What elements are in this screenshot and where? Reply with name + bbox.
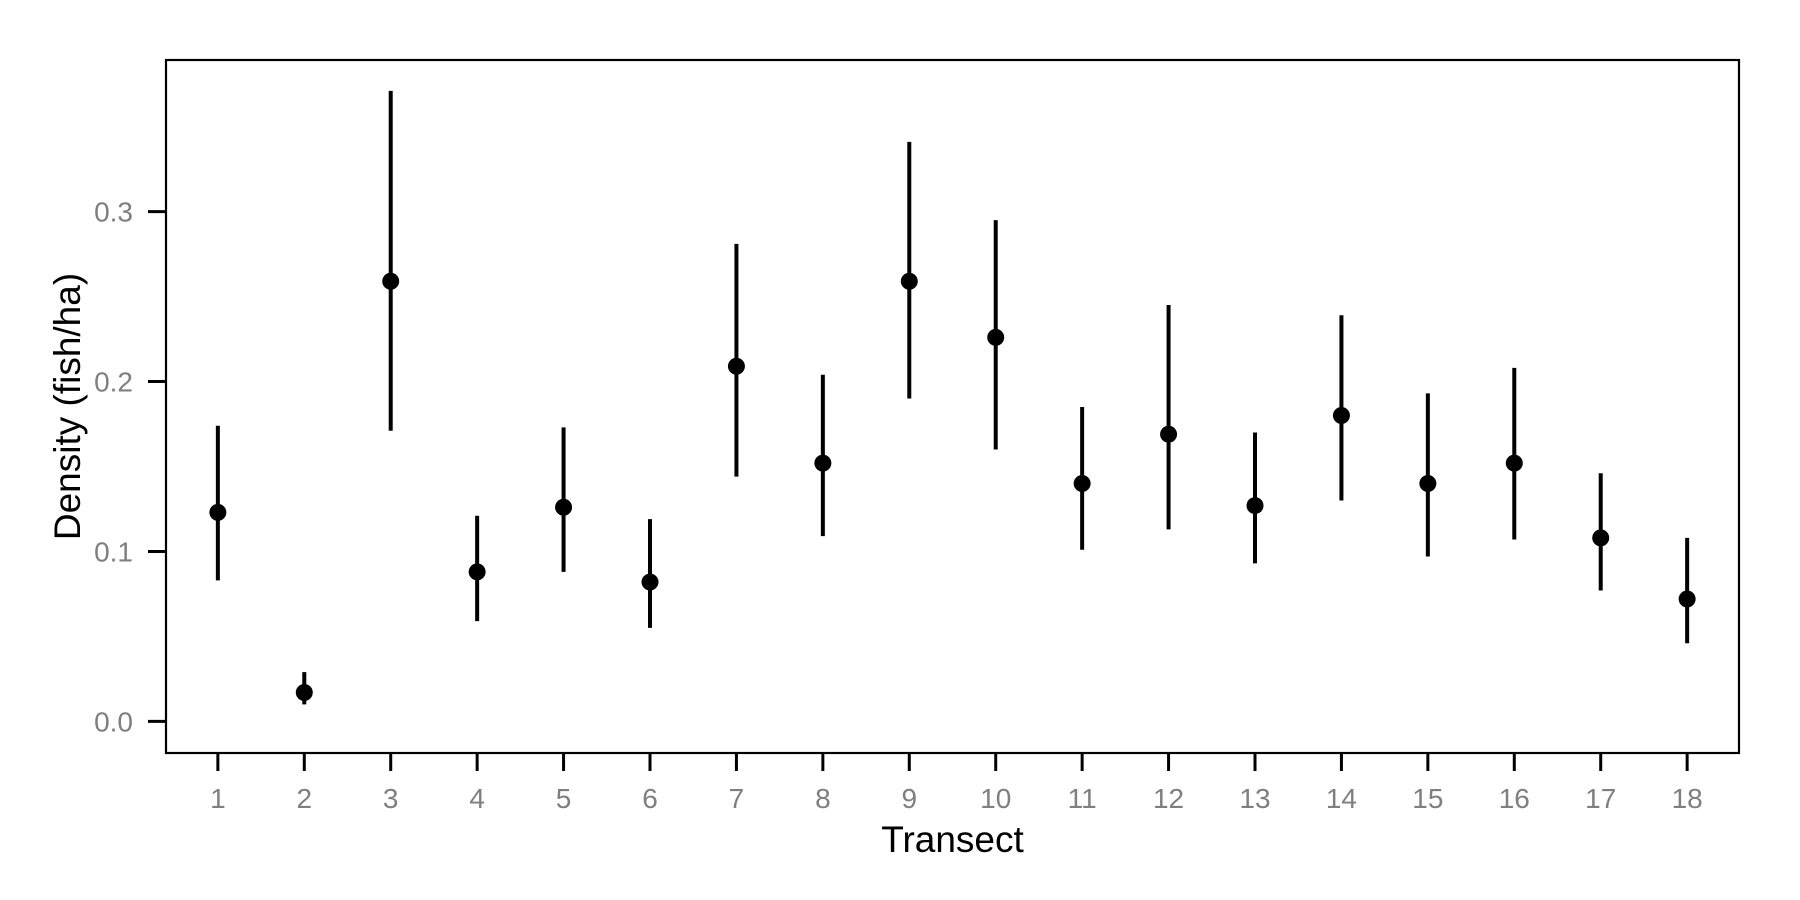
x-axis-title: Transect bbox=[881, 819, 1024, 860]
x-tick-label: 8 bbox=[815, 783, 831, 814]
data-point bbox=[382, 272, 400, 290]
data-point bbox=[1332, 407, 1350, 425]
data-point bbox=[641, 573, 659, 591]
x-tick-label: 17 bbox=[1585, 783, 1616, 814]
x-tick-label: 18 bbox=[1672, 783, 1703, 814]
x-tick-label: 4 bbox=[469, 783, 485, 814]
x-tick-label: 7 bbox=[729, 783, 745, 814]
x-tick-label: 5 bbox=[556, 783, 572, 814]
data-point bbox=[1246, 497, 1264, 515]
y-tick-label: 0.2 bbox=[94, 367, 133, 398]
data-point bbox=[814, 454, 832, 472]
chart-background bbox=[0, 0, 1800, 900]
data-point bbox=[987, 328, 1005, 346]
data-point bbox=[1073, 474, 1091, 492]
x-tick-label: 10 bbox=[980, 783, 1011, 814]
y-axis-title: Density (fish/ha) bbox=[47, 273, 88, 540]
x-tick-label: 9 bbox=[901, 783, 917, 814]
data-point bbox=[1592, 529, 1610, 547]
data-point bbox=[1678, 590, 1696, 608]
x-tick-label: 2 bbox=[296, 783, 312, 814]
x-tick-label: 11 bbox=[1068, 783, 1097, 814]
x-tick-label: 1 bbox=[210, 783, 226, 814]
data-point bbox=[1419, 474, 1437, 492]
density-chart: 0.00.10.20.3 1 2 3 4 5 6 7 8 9 10 11 12 13 14 15 16 17 18… bbox=[0, 0, 1800, 900]
data-point bbox=[468, 563, 486, 581]
data-point bbox=[555, 498, 573, 516]
y-tick-label: 0.0 bbox=[94, 706, 133, 737]
data-point bbox=[295, 684, 313, 702]
x-tick-label: 16 bbox=[1499, 783, 1530, 814]
data-point bbox=[209, 503, 227, 521]
data-point bbox=[1505, 454, 1523, 472]
y-tick-label: 0.1 bbox=[94, 536, 133, 567]
data-point bbox=[900, 272, 918, 290]
x-tick-label: 15 bbox=[1412, 783, 1443, 814]
x-tick-label: 3 bbox=[383, 783, 399, 814]
x-tick-label: 14 bbox=[1326, 783, 1357, 814]
data-point bbox=[727, 357, 745, 375]
x-tick-label: 6 bbox=[642, 783, 658, 814]
x-tick-label: 13 bbox=[1239, 783, 1270, 814]
y-tick-label: 0.3 bbox=[94, 197, 133, 228]
x-tick-label: 12 bbox=[1153, 783, 1184, 814]
data-point bbox=[1160, 425, 1178, 443]
